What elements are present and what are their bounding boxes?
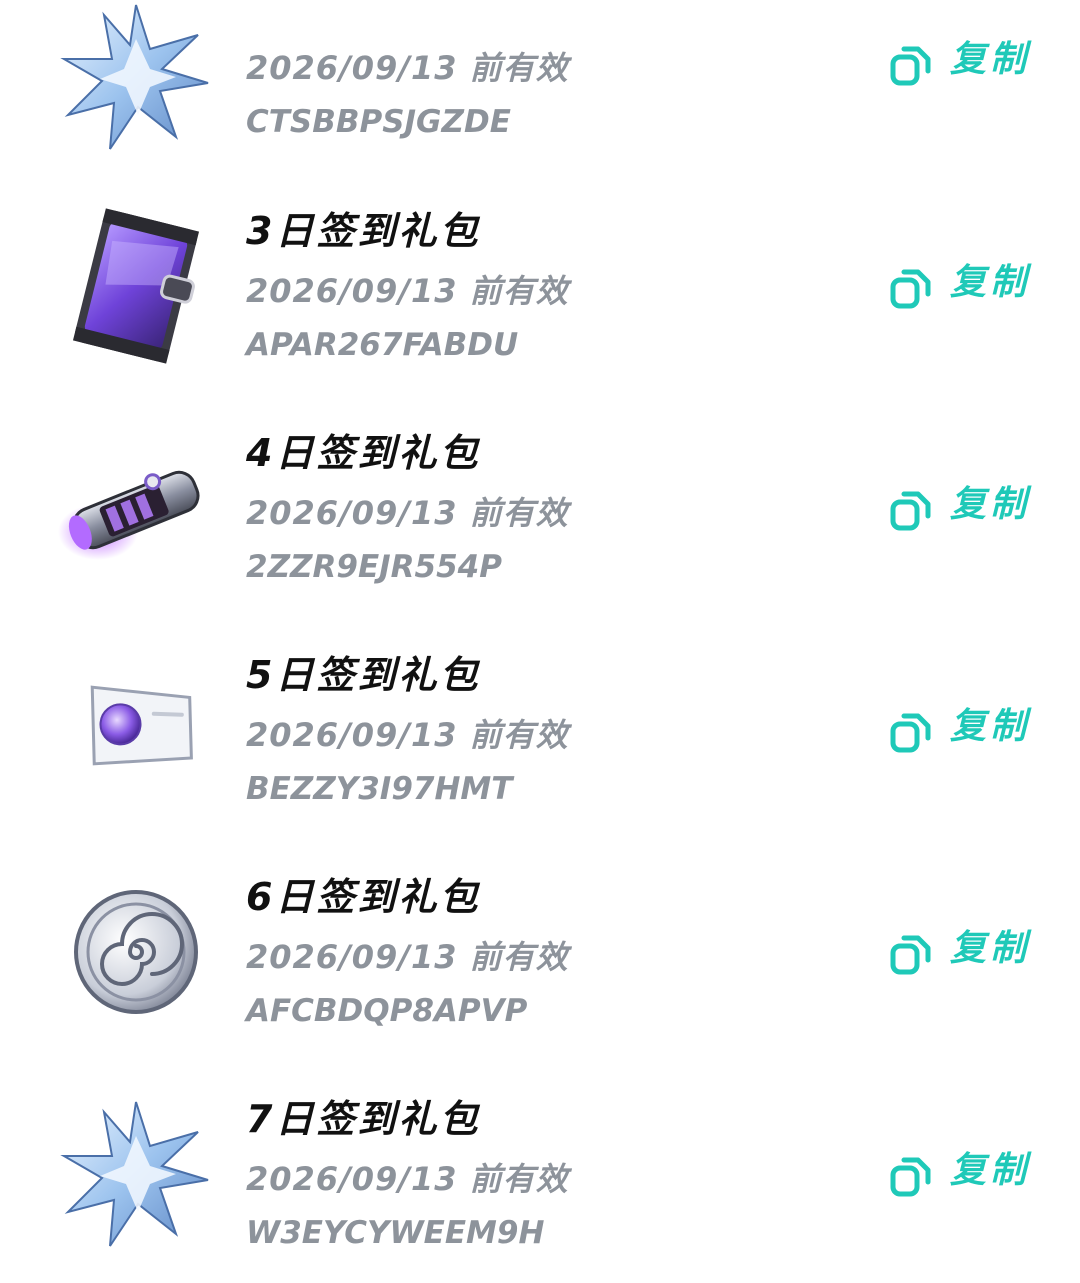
gift-code-row: 3日签到礼包 2026/09/13 前有效 APAR267FABDU 复制 bbox=[0, 208, 1080, 368]
copy-button[interactable]: 复制 bbox=[888, 706, 1038, 756]
redeem-code: W3EYCYWEEM9H bbox=[246, 1215, 545, 1251]
gift-code-row: 6日签到礼包 2026/09/13 前有效 AFCBDQP8APVP 复制 bbox=[0, 874, 1080, 1034]
copy-icon bbox=[890, 46, 931, 86]
copy-button[interactable]: 复制 bbox=[888, 484, 1038, 534]
gift-code-row: 4日签到礼包 2026/09/13 前有效 2ZZR9EJR554P 复制 bbox=[0, 430, 1080, 590]
item-title: 7日签到礼包 bbox=[246, 1097, 481, 1141]
copy-label: 复制 bbox=[950, 262, 1031, 303]
copy-icon bbox=[890, 1157, 931, 1197]
expiry-date: 2026/09/13 前有效 bbox=[246, 1160, 569, 1198]
redeem-code: CTSBBPSJGZDE bbox=[246, 104, 511, 140]
copy-label: 复制 bbox=[950, 706, 1031, 747]
redeem-code: APAR267FABDU bbox=[246, 327, 519, 363]
item-title: 3日签到礼包 bbox=[246, 209, 481, 253]
redeem-code: AFCBDQP8APVP bbox=[246, 993, 528, 1029]
copy-label: 复制 bbox=[950, 928, 1031, 969]
gift-code-row: 5日签到礼包 2026/09/13 前有效 BEZZY3I97HMT 复制 bbox=[0, 652, 1080, 812]
redeem-code: 2ZZR9EJR554P bbox=[246, 549, 502, 585]
crystal-star-icon bbox=[58, 1096, 214, 1252]
copy-icon bbox=[890, 491, 931, 531]
copy-label: 复制 bbox=[950, 1150, 1031, 1191]
copy-button[interactable]: 复制 bbox=[888, 39, 1038, 89]
copy-label: 复制 bbox=[950, 39, 1031, 80]
gift-code-row: 7日签到礼包 2026/09/13 前有效 W3EYCYWEEM9H 复制 bbox=[0, 1096, 1080, 1256]
gift-code-list: 2026/09/13 前有效 CTSBBPSJGZDE 复制 3日签到礼包 20… bbox=[0, 0, 1080, 1283]
redeem-code: BEZZY3I97HMT bbox=[246, 771, 513, 807]
expiry-date: 2026/09/13 前有效 bbox=[246, 494, 569, 532]
spiral-coin-icon bbox=[58, 874, 214, 1030]
expiry-date: 2026/09/13 前有效 bbox=[246, 716, 569, 754]
item-title: 5日签到礼包 bbox=[246, 653, 481, 697]
crystal-star-icon bbox=[58, 0, 214, 155]
copy-button[interactable]: 复制 bbox=[888, 1150, 1038, 1200]
purple-bag-icon bbox=[58, 208, 214, 364]
copy-label: 复制 bbox=[950, 484, 1031, 525]
expiry-date: 2026/09/13 前有效 bbox=[246, 272, 569, 310]
energy-tube-icon bbox=[58, 432, 214, 588]
expiry-date: 2026/09/13 前有效 bbox=[246, 938, 569, 976]
copy-icon bbox=[890, 713, 931, 753]
expiry-date: 2026/09/13 前有效 bbox=[246, 49, 569, 87]
item-title: 6日签到礼包 bbox=[246, 875, 481, 919]
gem-ticket-icon bbox=[58, 652, 214, 808]
copy-button[interactable]: 复制 bbox=[888, 928, 1038, 978]
copy-icon bbox=[890, 269, 931, 309]
copy-icon bbox=[890, 935, 931, 975]
copy-button[interactable]: 复制 bbox=[888, 262, 1038, 312]
item-title: 4日签到礼包 bbox=[246, 431, 481, 475]
